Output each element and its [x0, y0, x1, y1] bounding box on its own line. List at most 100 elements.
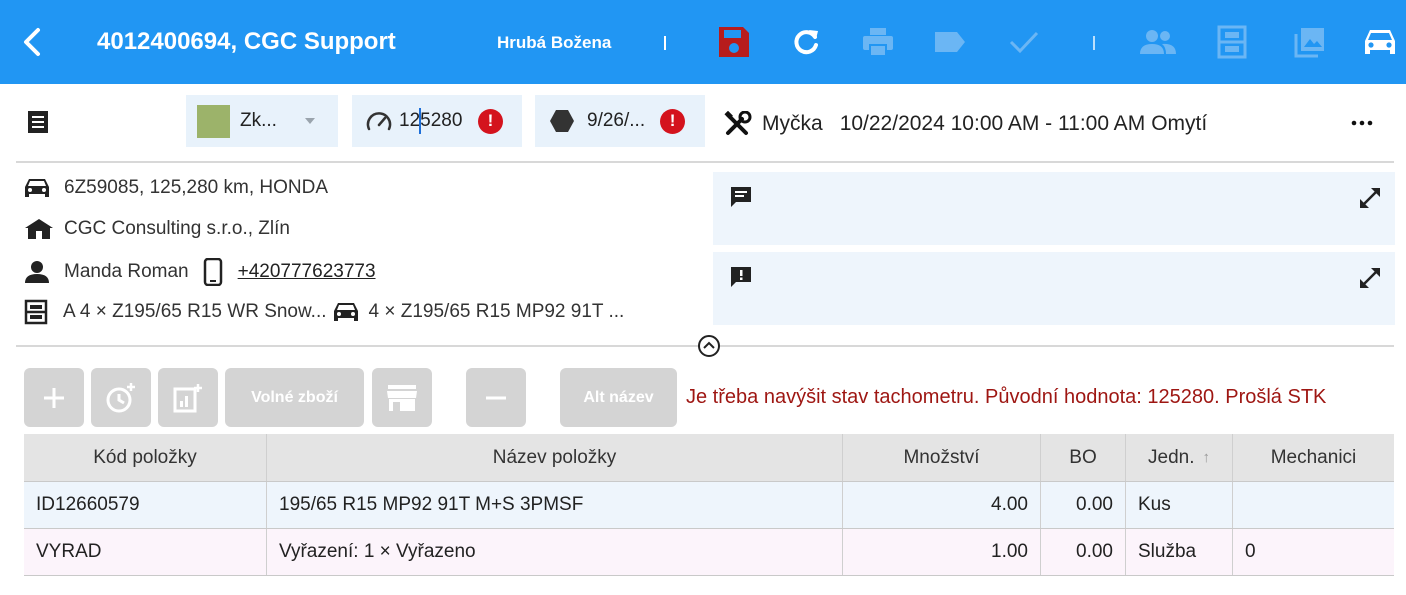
table-cell: Kus [1126, 482, 1233, 528]
table-cell: 195/65 R15 MP92 91T M+S 3PMSF [267, 482, 843, 528]
vehicle-button[interactable] [1360, 22, 1400, 62]
collapse-button[interactable] [697, 334, 721, 358]
contact-name: Manda Roman [64, 261, 189, 282]
column-header-sorted[interactable]: Jedn. ↑ [1126, 434, 1233, 481]
free-goods-button[interactable]: Volné zboží [225, 368, 364, 427]
back-button[interactable] [18, 26, 48, 58]
inspection-date-field[interactable]: 9/26/... ! [535, 95, 705, 147]
column-header[interactable]: Množství [843, 434, 1041, 481]
speedometer-icon [366, 112, 392, 131]
add-labor-button[interactable] [91, 368, 151, 427]
odometer-field[interactable]: 125280 ! [352, 95, 522, 147]
column-header[interactable]: Název položky [267, 434, 843, 481]
print-button[interactable] [858, 22, 898, 62]
more-options-button[interactable] [1350, 111, 1374, 135]
person-icon [25, 261, 49, 283]
chevron-left-icon [24, 28, 40, 56]
car-icon [333, 303, 358, 321]
company-info: CGC Consulting s.r.o., Zlín [24, 218, 290, 240]
customers-button[interactable] [1138, 22, 1178, 62]
appointment-info: Myčka 10/22/2024 10:00 AM - 11:00 AM Omy… [724, 111, 1207, 137]
expand-icon[interactable] [1357, 265, 1383, 291]
chevron-up-circle-icon [698, 335, 720, 357]
expand-icon[interactable] [1357, 185, 1383, 211]
tire-storage-button[interactable] [1212, 22, 1252, 62]
hexagon-icon [550, 110, 574, 132]
table-cell: 0.00 [1041, 482, 1126, 528]
tools-icon [724, 111, 752, 135]
refresh-button[interactable] [786, 22, 826, 62]
alert-note-panel[interactable] [713, 252, 1395, 325]
contact-info: Manda Roman +420777623773 [24, 258, 376, 286]
table-cell [1233, 482, 1394, 528]
note-panel[interactable] [713, 172, 1395, 245]
column-header[interactable]: BO [1041, 434, 1126, 481]
odometer-error-icon: ! [478, 108, 503, 134]
column-header[interactable]: Mechanici [1233, 434, 1394, 481]
add-package-button[interactable] [158, 368, 218, 427]
remove-item-button[interactable] [466, 368, 526, 427]
vehicle-info: 6Z59085, 125,280 km, HONDA [24, 177, 328, 199]
check-icon [1009, 31, 1039, 54]
phone-link[interactable]: +420777623773 [238, 261, 376, 283]
table-row[interactable]: VYRAD Vyřazení: 1 × Vyřazeno 1.00 0.00 S… [24, 529, 1394, 576]
odometer-input[interactable]: 125280 [399, 108, 473, 134]
plus-icon [44, 387, 64, 408]
table-header: Kód položky Název položky Množství BO Je… [24, 434, 1394, 482]
store-icon [387, 384, 417, 411]
mounted-tires: 4 × Z195/65 R15 MP92 91T ... [368, 301, 625, 322]
table-cell: 0.00 [1041, 529, 1126, 575]
car-icon [1365, 30, 1395, 54]
more-horizontal-icon [1351, 120, 1373, 126]
storage-rack-icon [24, 299, 48, 325]
print-icon [863, 28, 893, 57]
page-title: 4012400694, CGC Support [97, 28, 396, 55]
minus-icon [486, 396, 506, 399]
table-cell: Vyřazení: 1 × Vyřazeno [267, 529, 843, 575]
inspection-date-value: 9/26/... [587, 110, 646, 131]
table-cell: 0 [1245, 541, 1256, 562]
user-name: Hrubá Božena [497, 33, 612, 52]
alert-comment-icon [731, 267, 751, 287]
alt-name-button[interactable]: Alt název [560, 368, 677, 427]
toolbar-separator [664, 36, 666, 50]
label-button[interactable] [930, 22, 970, 62]
table-cell: Služba [1126, 529, 1233, 575]
photo-library-icon [1294, 28, 1324, 58]
car-icon [25, 179, 49, 197]
label-icon [935, 32, 965, 52]
warning-message: Je třeba navýšit stav tachometru. Původn… [686, 386, 1327, 408]
appointment-time: 10/22/2024 10:00 AM - 11:00 AM [839, 112, 1146, 135]
appointment-service: Omytí [1151, 112, 1208, 135]
comment-icon [731, 187, 751, 207]
add-item-button[interactable] [24, 368, 84, 427]
status-color-swatch [197, 104, 230, 138]
text-caret [419, 108, 421, 134]
confirm-button[interactable] [1004, 22, 1044, 62]
table-cell: VYRAD [24, 529, 267, 575]
appointment-place: Myčka [762, 112, 823, 135]
people-icon [1140, 30, 1176, 54]
column-header[interactable]: Kód položky [24, 434, 267, 481]
save-icon [719, 27, 749, 57]
save-button[interactable] [714, 22, 754, 62]
toolbar-separator-2 [1093, 36, 1095, 50]
gallery-button[interactable] [1290, 22, 1330, 62]
clock-plus-icon [106, 382, 135, 412]
store-button[interactable] [372, 368, 432, 427]
status-dropdown[interactable]: Zk... [186, 95, 338, 147]
table-cell: 1.00 [843, 529, 1041, 575]
smartphone-icon [203, 258, 222, 286]
storage-rack-icon [1217, 25, 1247, 59]
date-error-icon: ! [660, 108, 686, 134]
table-cell: 4.00 [843, 482, 1041, 528]
tires-info: A 4 × Z195/65 R15 WR Snow... 4 × Z195/65… [24, 299, 624, 325]
table-cell: ID12660579 [24, 482, 267, 528]
refresh-icon [794, 30, 818, 55]
company-icon [25, 219, 53, 239]
header-divider [16, 161, 1394, 163]
storage-tires: A 4 × Z195/65 R15 WR Snow... [63, 301, 327, 322]
table-row[interactable]: ID12660579 195/65 R15 MP92 91T M+S 3PMSF… [24, 482, 1394, 529]
app-bar: 4012400694, CGC Support Hrubá Božena [0, 0, 1406, 84]
status-label: Zk... [240, 110, 277, 131]
